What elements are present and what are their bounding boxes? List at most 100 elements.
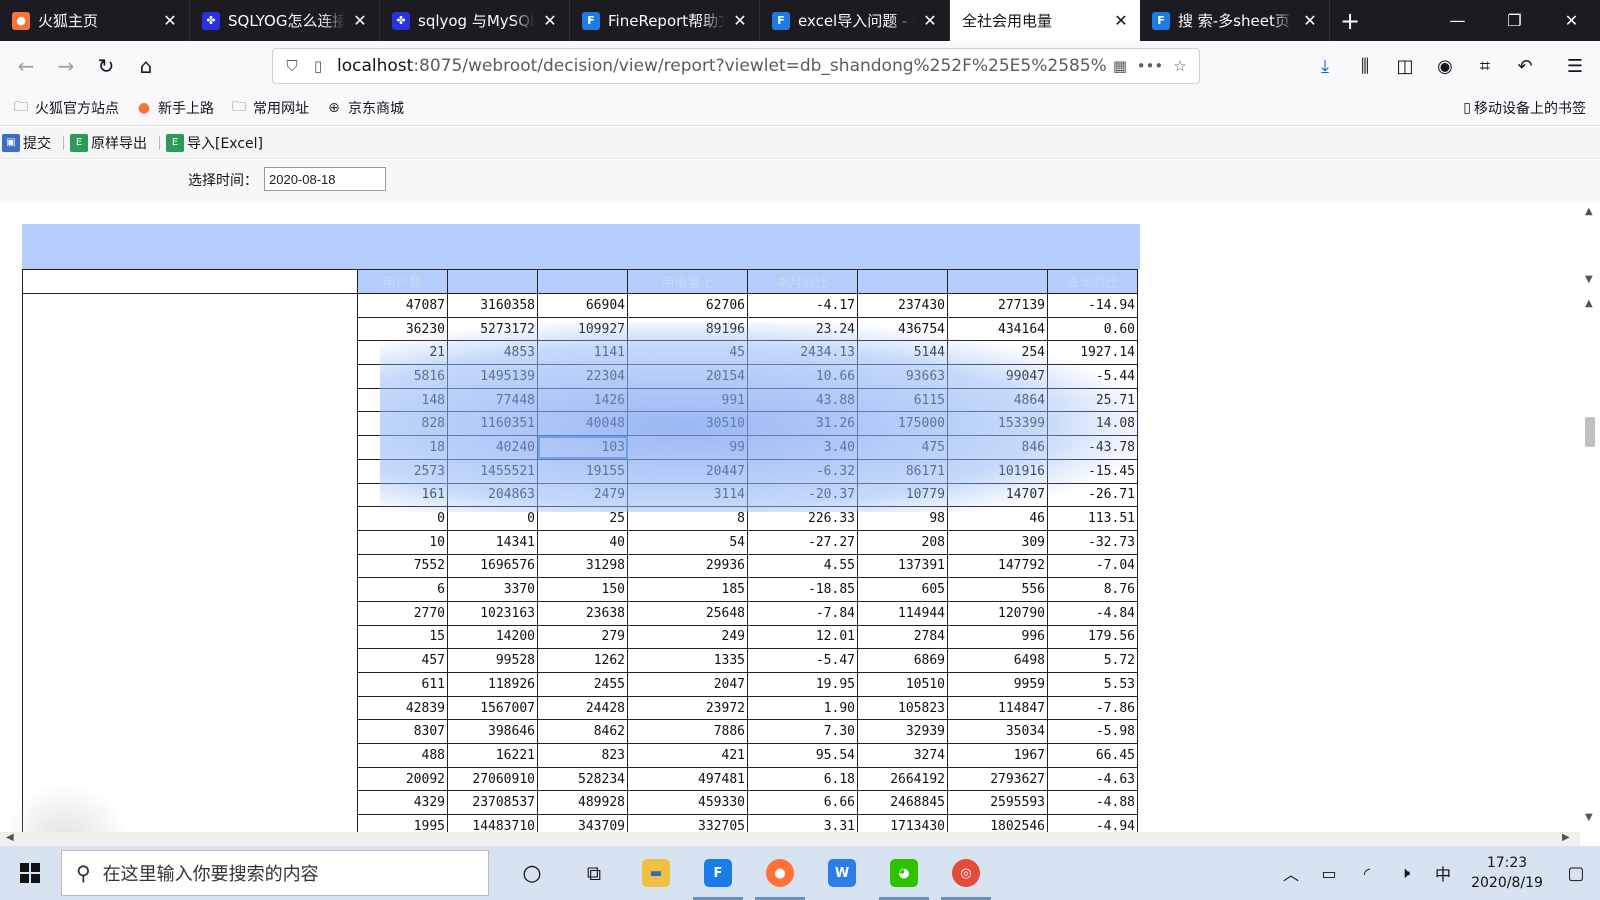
table-cell[interactable]: 118926 (447, 672, 538, 697)
table-cell[interactable]: -4.17 (747, 293, 858, 318)
table-cell[interactable]: 19.95 (747, 672, 858, 697)
table-cell[interactable]: 120790 (947, 600, 1048, 626)
table-cell[interactable]: 2468845 (857, 790, 948, 816)
close-icon[interactable]: ✕ (731, 11, 749, 30)
table-cell[interactable]: 42839 (357, 695, 448, 721)
table-cell[interactable]: 179.56 (1047, 624, 1138, 650)
table-cell[interactable]: 4853 (447, 340, 538, 366)
table-cell[interactable]: 23.24 (747, 316, 858, 342)
table-cell[interactable]: 10510 (857, 672, 948, 697)
reload-button[interactable]: ↻ (86, 46, 126, 86)
close-icon[interactable]: ✕ (1112, 11, 1130, 30)
table-cell[interactable]: 40240 (447, 435, 538, 460)
table-cell[interactable]: -5.44 (1047, 364, 1138, 389)
table-cell[interactable]: 4864 (947, 387, 1048, 413)
table-cell[interactable]: 54 (627, 529, 748, 555)
table-cell[interactable]: 43.88 (747, 387, 858, 413)
table-cell[interactable]: 1.90 (747, 695, 858, 721)
export-button[interactable]: E 原样导出 (70, 133, 153, 153)
table-cell[interactable]: 1567007 (447, 695, 538, 721)
table-cell[interactable]: 105823 (857, 695, 948, 721)
table-cell[interactable]: 8.76 (1047, 577, 1138, 602)
table-cell[interactable]: 14707 (947, 482, 1048, 508)
table-cell[interactable]: 6115 (857, 387, 948, 413)
table-cell[interactable]: 20447 (627, 458, 748, 484)
table-cell[interactable]: 254 (947, 340, 1048, 366)
table-cell[interactable]: 489928 (537, 790, 628, 816)
table-cell[interactable]: 497481 (627, 766, 748, 792)
table-cell[interactable]: 23708537 (447, 790, 538, 816)
table-cell[interactable]: 277139 (947, 293, 1048, 318)
table-cell[interactable]: 846 (947, 435, 1048, 460)
table-cell[interactable]: 27060910 (447, 766, 538, 792)
table-cell[interactable]: 828 (357, 411, 448, 437)
vertical-scrollbar[interactable]: ▲ ▼ ▲ ▼ (1580, 202, 1600, 843)
table-cell[interactable]: 12.01 (747, 624, 858, 650)
table-cell[interactable]: 3274 (857, 743, 948, 768)
close-icon[interactable]: ✕ (351, 11, 369, 30)
table-cell[interactable]: 309 (947, 529, 1048, 555)
table-cell[interactable]: 95.54 (747, 743, 858, 768)
table-cell[interactable]: 7552 (357, 553, 448, 579)
table-cell[interactable]: 605 (857, 577, 948, 602)
table-cell[interactable]: -4.88 (1047, 790, 1138, 816)
bookmark-item[interactable]: ⊕ 京东商城 (325, 98, 404, 118)
table-cell[interactable]: 2784 (857, 624, 948, 650)
table-cell[interactable]: 1141 (537, 340, 628, 366)
notification-icon[interactable]: ▢ (1552, 863, 1600, 884)
table-cell[interactable]: 148 (357, 387, 448, 413)
table-cell[interactable]: 103 (537, 435, 628, 460)
close-icon[interactable]: ✕ (1301, 11, 1319, 30)
table-cell[interactable]: 93663 (857, 364, 948, 389)
table-cell[interactable]: 6 (357, 577, 448, 602)
table-cell[interactable]: 16221 (447, 743, 538, 768)
table-cell[interactable]: 6869 (857, 648, 948, 673)
table-cell[interactable]: 0 (357, 506, 448, 531)
table-cell[interactable]: 32939 (857, 719, 948, 745)
back-button[interactable]: ← (6, 46, 46, 86)
table-cell[interactable]: 3370 (447, 577, 538, 602)
browser-tab[interactable]: 全社会用电量 ✕ (950, 0, 1140, 41)
table-cell[interactable]: 3114 (627, 482, 748, 508)
qr-code-icon[interactable]: ▦ (1107, 57, 1133, 75)
table-cell[interactable]: 18 (357, 435, 448, 460)
table-cell[interactable]: 14341 (447, 529, 538, 555)
table-cell[interactable]: 459330 (627, 790, 748, 816)
download-icon[interactable]: ⤓ (1305, 46, 1345, 86)
table-cell[interactable]: 2573 (357, 458, 448, 484)
table-cell[interactable]: 137391 (857, 553, 948, 579)
library-icon[interactable]: ⫼ (1345, 46, 1385, 86)
table-cell[interactable]: 398646 (447, 719, 538, 745)
table-cell[interactable]: 36230 (357, 316, 448, 342)
table-cell[interactable]: 475 (857, 435, 948, 460)
cortana-icon[interactable]: ○ (501, 846, 563, 900)
table-cell[interactable]: 89196 (627, 316, 748, 342)
table-cell[interactable]: 7.30 (747, 719, 858, 745)
table-cell[interactable]: 25.71 (1047, 387, 1138, 413)
table-cell[interactable]: -5.98 (1047, 719, 1138, 745)
page-actions-icon[interactable]: ••• (1133, 57, 1167, 75)
table-cell[interactable]: 3160358 (447, 293, 538, 318)
table-cell[interactable]: 3.40 (747, 435, 858, 460)
table-cell[interactable]: 1696576 (447, 553, 538, 579)
page-info-icon[interactable]: ▯ (305, 57, 331, 75)
browser-tab[interactable]: ✤ sqlyog 与MySQL ✕ (380, 0, 570, 41)
new-tab-button[interactable]: + (1330, 0, 1370, 41)
browser-tab[interactable]: ✤ SQLYOG怎么连接 ✕ (190, 0, 380, 41)
table-cell[interactable]: 114847 (947, 695, 1048, 721)
table-cell[interactable]: 4.55 (747, 553, 858, 579)
table-cell[interactable]: 150 (537, 577, 628, 602)
table-cell[interactable]: 6.18 (747, 766, 858, 792)
table-cell[interactable]: 25 (537, 506, 628, 531)
table-cell[interactable]: 1023163 (447, 600, 538, 626)
table-cell[interactable]: 1160351 (447, 411, 538, 437)
table-cell[interactable]: 5.53 (1047, 672, 1138, 697)
table-cell[interactable]: 2479 (537, 482, 628, 508)
table-cell[interactable]: -7.84 (747, 600, 858, 626)
url-text[interactable]: localhost:8075/webroot/decision/view/rep… (331, 56, 1107, 76)
table-cell[interactable]: 62706 (627, 293, 748, 318)
table-cell[interactable]: 99047 (947, 364, 1048, 389)
forward-button[interactable]: → (46, 46, 86, 86)
table-cell[interactable]: 611 (357, 672, 448, 697)
table-cell[interactable]: 66.45 (1047, 743, 1138, 768)
